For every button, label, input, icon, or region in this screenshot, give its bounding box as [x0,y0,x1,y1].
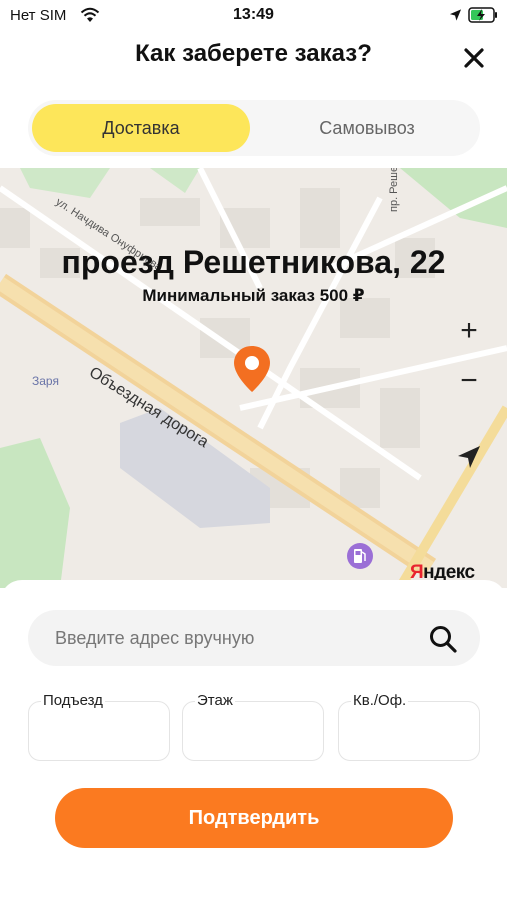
address-form-sheet: Введите адрес вручную Подъезд Этаж Кв./О… [0,580,507,900]
fuel-station-icon [347,543,373,569]
floor-label: Этаж [195,692,235,709]
zoom-in-button[interactable]: + [446,306,492,356]
page-title: Как заберете заказ? [135,40,372,67]
search-icon[interactable] [428,624,458,654]
map-district-label: Заря [32,374,59,388]
zoom-controls: + − [446,306,492,406]
navigation-arrow-icon [458,446,480,468]
tab-pickup-label: Самовывоз [319,117,415,138]
delivery-method-tabs: Доставка Самовывоз [28,100,480,156]
confirm-button-label: Подтвердить [188,806,320,829]
apartment-label: Кв./Оф. [351,692,409,709]
entrance-label: Подъезд [41,692,105,709]
tab-pickup[interactable]: Самовывоз [258,104,476,152]
selected-address: проезд Решетникова, 22 [61,244,446,280]
entrance-field[interactable]: Подъезд [28,692,170,761]
confirm-button[interactable]: Подтвердить [55,788,453,848]
battery-charging-icon [468,7,497,23]
apartment-field[interactable]: Кв./Оф. [338,692,480,761]
map-pin-icon[interactable] [232,344,272,394]
minimum-order-note: Минимальный заказ 500 ₽ [142,286,365,305]
floor-field[interactable]: Этаж [182,692,324,761]
address-search-placeholder: Введите адрес вручную [55,628,255,648]
close-icon[interactable] [460,44,488,72]
tab-delivery-label: Доставка [102,117,180,138]
map-street-label: пр. Решетникова [388,168,400,212]
tab-delivery[interactable]: Доставка [32,104,250,152]
status-bar: Нет SIM 13:49 [0,0,507,32]
zoom-out-button[interactable]: − [446,356,492,406]
map-view[interactable]: ул. Начдива Онуфриева пр. Решетникова Об… [0,168,507,588]
address-search-input[interactable]: Введите адрес вручную [28,610,480,666]
location-arrow-icon [449,9,462,21]
my-location-button[interactable] [446,434,492,480]
clock: 13:49 [233,6,274,23]
